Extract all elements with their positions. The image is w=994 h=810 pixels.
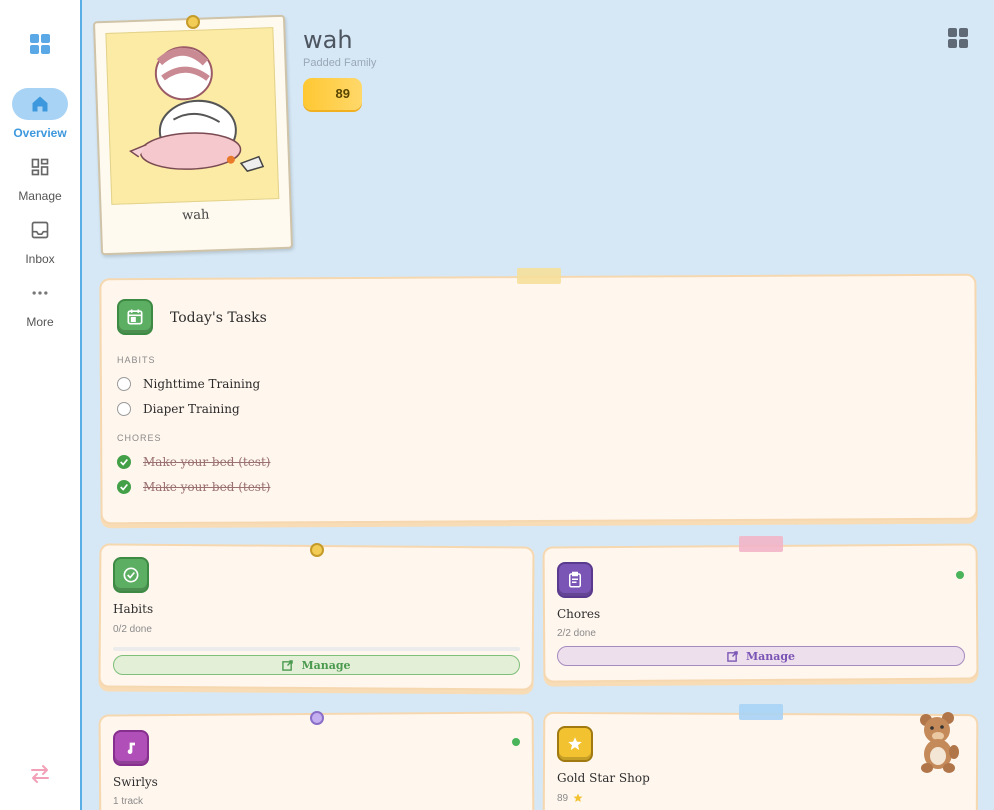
swirlys-card-count: 1 track — [113, 796, 144, 807]
shop-card-title: Gold Star Shop — [557, 771, 650, 785]
family-name: Padded Family — [303, 57, 377, 69]
photo-caption: wah — [181, 207, 210, 224]
task-text: Diaper Training — [143, 402, 240, 416]
tape-decoration — [517, 268, 561, 284]
teddy-bear-icon — [920, 712, 959, 773]
chores-card-title: Chores — [557, 607, 601, 621]
habits-card-title: Habits — [113, 602, 154, 616]
task-row[interactable]: Make your bed (test) — [117, 453, 270, 471]
tape-decoration — [739, 536, 783, 552]
habits-section-label: HABITS — [117, 355, 156, 365]
todays-tasks-title: Today's Tasks — [170, 310, 267, 326]
swap-arrows-icon[interactable] — [28, 764, 52, 784]
star-icon — [557, 726, 593, 762]
shop-points-value: 89 — [557, 792, 569, 804]
music-note-icon — [113, 730, 149, 766]
pin-icon — [310, 711, 324, 725]
sidebar-item-label: More — [26, 315, 54, 329]
manage-label: Manage — [301, 658, 351, 672]
unchecked-circle-icon[interactable] — [117, 377, 131, 391]
habits-manage-button[interactable]: Manage — [113, 655, 520, 675]
points-badge[interactable]: 89 — [303, 78, 362, 110]
swirlys-card[interactable] — [98, 711, 535, 810]
chores-card-progress-text: 2/2 done — [557, 628, 596, 639]
sidebar-item-label: Overview — [13, 126, 67, 140]
inbox-icon — [31, 221, 49, 239]
task-row[interactable]: Diaper Training — [117, 400, 240, 418]
manage-label: Manage — [745, 649, 796, 663]
home-icon — [32, 96, 48, 112]
habits-card-progress-text: 0/2 done — [113, 624, 152, 635]
check-circle-icon[interactable] — [117, 480, 131, 494]
star-icon — [573, 793, 583, 802]
pin-icon — [186, 15, 200, 29]
external-link-icon — [727, 650, 738, 662]
task-text: Make your bed (test) — [143, 455, 271, 469]
more-dots-icon — [32, 291, 48, 295]
swirlys-card-title: Swirlys — [113, 775, 158, 789]
profile-photo-card[interactable]: wah — [92, 14, 294, 256]
unchecked-circle-icon[interactable] — [117, 402, 131, 416]
sidebar-item-overview[interactable]: Overview — [0, 88, 80, 140]
user-name: wah — [303, 26, 353, 54]
habits-progress-bar — [113, 647, 520, 651]
pin-icon — [310, 543, 324, 557]
check-circle-icon[interactable] — [117, 455, 131, 469]
status-dot — [956, 571, 964, 579]
app-logo-icon[interactable] — [30, 34, 50, 54]
dashboard-icon — [31, 158, 49, 176]
profile-photo — [105, 27, 280, 205]
sidebar-item-label: Manage — [18, 189, 62, 203]
check-circle-icon — [113, 557, 149, 593]
gold-star-shop-card[interactable] — [542, 711, 979, 810]
external-link-icon — [282, 659, 294, 671]
sidebar-item-more[interactable]: More — [0, 277, 80, 329]
task-text: Nighttime Training — [143, 377, 261, 391]
sidebar-item-label: Inbox — [25, 252, 55, 266]
shop-points: 89 — [557, 792, 584, 804]
sidebar: Overview Manage Inbox More — [0, 0, 82, 810]
status-dot — [512, 738, 520, 746]
task-row[interactable]: Nighttime Training — [117, 375, 260, 393]
task-text: Make your bed (test) — [143, 480, 271, 494]
chores-manage-button[interactable]: Manage — [557, 646, 965, 666]
points-value: 89 — [335, 86, 350, 101]
sidebar-item-inbox[interactable]: Inbox — [0, 214, 80, 266]
tape-decoration — [739, 704, 783, 720]
task-row[interactable]: Make your bed (test) — [117, 478, 270, 496]
clipboard-icon — [557, 562, 593, 598]
chores-section-label: CHORES — [117, 433, 162, 443]
calendar-icon — [117, 299, 153, 335]
character-illustration — [128, 46, 265, 172]
sidebar-item-manage[interactable]: Manage — [0, 151, 80, 203]
grid-view-icon[interactable] — [948, 28, 968, 48]
